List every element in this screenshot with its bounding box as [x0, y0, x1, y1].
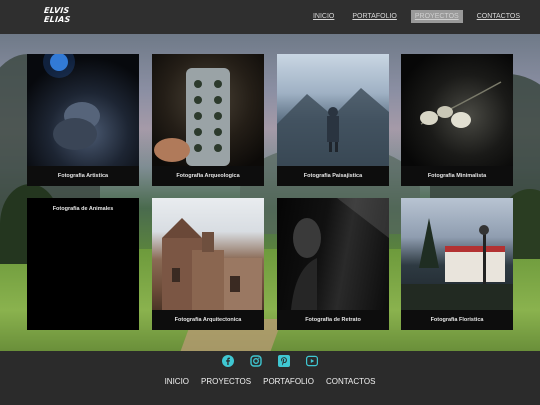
nav-link-inicio[interactable]: INICIO [309, 10, 338, 23]
brand-logo[interactable]: ELVIS ELIAS [44, 6, 72, 30]
card-photo [152, 198, 264, 310]
gallery-card-animales[interactable]: Fotografia de Animales [27, 198, 139, 330]
gallery-card-minimalista[interactable]: Fotografia Minimalista [401, 54, 513, 186]
gallery-card-retrato[interactable]: Fotografia de Retrato [277, 198, 389, 330]
gallery-card-artistica[interactable]: Fotografia Artistica [27, 54, 139, 186]
card-caption: Fotografia Floristica [401, 310, 513, 330]
card-photo [277, 198, 389, 310]
pinterest-icon[interactable] [278, 354, 290, 367]
card-caption: Fotografia Arqueologica [152, 166, 264, 186]
brand-line-1: ELVIS [43, 6, 70, 15]
social-icons [0, 354, 540, 367]
top-navbar: ELVIS ELIAS INICIO PORTAFOLIO PROYECTOS … [0, 0, 540, 34]
footer-link-proyectos[interactable]: PROYECTOS [201, 377, 251, 386]
card-photo [401, 54, 513, 166]
nav-link-contactos[interactable]: CONTACTOS [473, 10, 524, 23]
nav-link-proyectos[interactable]: PROYECTOS [410, 10, 463, 23]
gallery-card-arqueologica[interactable]: Fotografia Arqueologica [152, 54, 264, 186]
nav-link-portafolio[interactable]: PORTAFOLIO [348, 10, 400, 23]
main-nav: INICIO PORTAFOLIO PROYECTOS CONTACTOS [309, 10, 524, 23]
card-caption: Fotografia Arquitectonica [152, 310, 264, 330]
footer-link-contactos[interactable]: CONTACTOS [326, 377, 375, 386]
brand-line-2: ELIAS [43, 15, 71, 24]
card-caption: Fotografia Artistica [27, 166, 139, 186]
card-photo [277, 54, 389, 166]
card-caption: Fotografia de Animales [52, 206, 114, 212]
footer-link-inicio[interactable]: INICIO [165, 377, 189, 386]
card-caption: Fotografia Minimalista [401, 166, 513, 186]
site-footer: INICIO PROYECTOS PORTAFOLIO CONTACTOS [0, 351, 540, 405]
card-photo [401, 198, 513, 310]
card-caption: Fotografia Paisajistica [277, 166, 389, 186]
gallery-card-paisajistica[interactable]: Fotografia Paisajistica [277, 54, 389, 186]
card-photo [27, 54, 139, 166]
card-photo [152, 54, 264, 166]
card-caption: Fotografia de Retrato [277, 310, 389, 330]
gallery-card-arquitectonica[interactable]: Fotografia Arquitectonica [152, 198, 264, 330]
footer-link-portafolio[interactable]: PORTAFOLIO [263, 377, 314, 386]
footer-nav: INICIO PROYECTOS PORTAFOLIO CONTACTOS [0, 377, 540, 386]
facebook-icon[interactable] [222, 354, 234, 367]
gallery-card-floristica[interactable]: Fotografia Floristica [401, 198, 513, 330]
instagram-icon[interactable] [250, 354, 262, 367]
youtube-icon[interactable] [306, 354, 319, 367]
